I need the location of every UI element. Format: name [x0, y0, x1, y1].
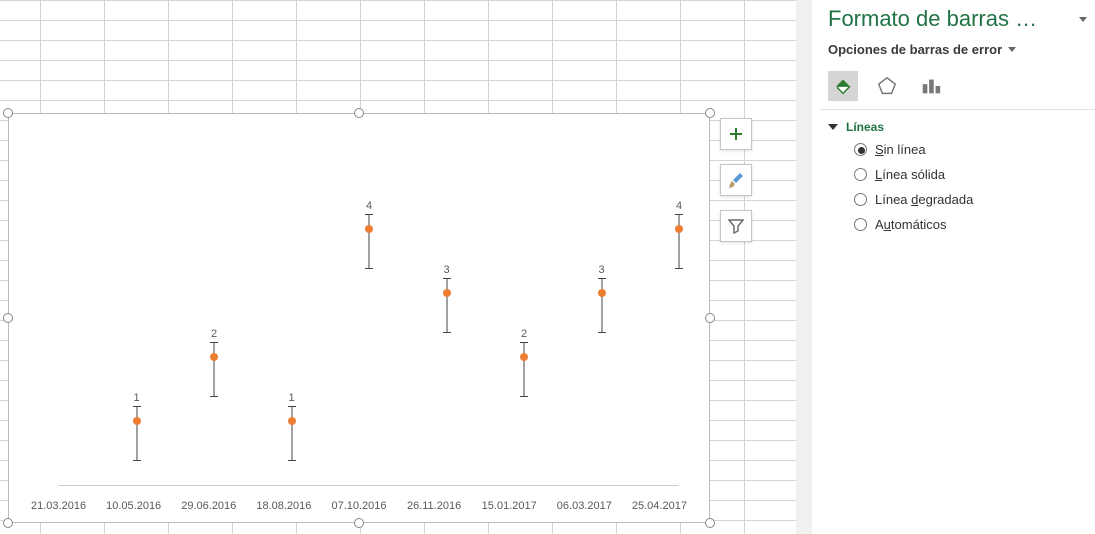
- chart-object[interactable]: 12143234 21.03.201610.05.201629.06.20161…: [8, 113, 710, 523]
- paint-bucket-icon: [832, 75, 854, 97]
- data-label: 1: [288, 392, 294, 404]
- error-bar[interactable]: [369, 214, 370, 268]
- chevron-down-icon: [1008, 47, 1016, 52]
- x-tick-label: 10.05.2016: [96, 500, 171, 512]
- resize-handle-tc[interactable]: [354, 108, 364, 118]
- error-bar-cap: [520, 342, 528, 343]
- resize-handle-mr[interactable]: [705, 313, 715, 323]
- vertical-scrollbar[interactable]: [796, 0, 812, 534]
- data-label: 2: [211, 328, 217, 340]
- data-point[interactable]: [365, 225, 373, 233]
- data-label: 1: [133, 392, 139, 404]
- x-tick-label: 07.10.2016: [321, 500, 396, 512]
- resize-handle-bl[interactable]: [3, 518, 13, 528]
- data-point[interactable]: [288, 417, 296, 425]
- data-label: 4: [366, 200, 372, 212]
- pane-title-text: Formato de barras …: [828, 6, 1037, 32]
- bar-chart-icon: [920, 75, 942, 97]
- x-tick-label: 15.01.2017: [472, 500, 547, 512]
- radio-label: Automáticos: [875, 217, 947, 232]
- data-point[interactable]: [598, 289, 606, 297]
- x-tick-label: 25.04.2017: [622, 500, 697, 512]
- radio-label: Sin línea: [875, 142, 926, 157]
- error-bar[interactable]: [679, 214, 680, 268]
- radio-solid-line[interactable]: Línea sólida: [854, 167, 1083, 182]
- error-bar[interactable]: [601, 278, 602, 332]
- data-label: 2: [521, 328, 527, 340]
- line-options-radiogroup: Sin línea Línea sólida Línea degradada A…: [828, 134, 1087, 236]
- error-bar-cap: [288, 406, 296, 407]
- error-bar-cap: [443, 278, 451, 279]
- radio-gradient-line[interactable]: Línea degradada: [854, 192, 1083, 207]
- pane-subtitle-text: Opciones de barras de error: [828, 42, 1002, 57]
- pane-subtitle-dropdown[interactable]: Opciones de barras de error: [820, 36, 1095, 67]
- data-point[interactable]: [443, 289, 451, 297]
- plot-area[interactable]: 1 2 1 4 3 2 3 4: [59, 166, 679, 486]
- radio-label: Línea degradada: [875, 192, 973, 207]
- lines-section: Líneas Sin línea Línea sólida Línea degr…: [820, 110, 1095, 246]
- pane-title: Formato de barras …: [820, 0, 1095, 36]
- x-tick-label: 26.11.2016: [397, 500, 472, 512]
- x-tick-label: 29.06.2016: [171, 500, 246, 512]
- error-bar-cap: [365, 268, 373, 269]
- error-bar-cap: [598, 332, 606, 333]
- error-bar[interactable]: [446, 278, 447, 332]
- x-tick-label: 21.03.2016: [21, 500, 96, 512]
- section-label: Líneas: [846, 120, 884, 134]
- data-label: 3: [598, 264, 604, 276]
- collapse-triangle-icon: [828, 124, 838, 130]
- x-axis-labels: 21.03.201610.05.201629.06.201618.08.2016…: [9, 500, 709, 512]
- error-bar-cap: [210, 396, 218, 397]
- radio-no-line[interactable]: Sin línea: [854, 142, 1083, 157]
- error-bar-cap: [443, 332, 451, 333]
- pane-title-menu-icon[interactable]: [1079, 17, 1087, 22]
- brush-icon: [728, 172, 744, 188]
- error-bar-cap: [133, 460, 141, 461]
- data-label: 4: [676, 200, 682, 212]
- x-tick-label: 06.03.2017: [547, 500, 622, 512]
- data-point[interactable]: [133, 417, 141, 425]
- radio-indicator: [854, 218, 867, 231]
- bar-options-tab[interactable]: [916, 71, 946, 101]
- resize-handle-br[interactable]: [705, 518, 715, 528]
- lines-section-header[interactable]: Líneas: [828, 120, 1087, 134]
- format-pane: Formato de barras … Opciones de barras d…: [820, 0, 1095, 534]
- error-bar[interactable]: [136, 406, 137, 460]
- funnel-icon: [728, 218, 744, 234]
- chart-filter-button[interactable]: [720, 210, 752, 242]
- error-bar-cap: [675, 268, 683, 269]
- radio-auto[interactable]: Automáticos: [854, 217, 1083, 232]
- error-bar[interactable]: [524, 342, 525, 396]
- pane-category-tabs: [820, 67, 1095, 110]
- effects-tab[interactable]: [872, 71, 902, 101]
- data-label: 3: [443, 264, 449, 276]
- data-point[interactable]: [520, 353, 528, 361]
- error-bar-cap: [288, 460, 296, 461]
- error-bar-cap: [520, 396, 528, 397]
- radio-label: Línea sólida: [875, 167, 945, 182]
- chart-styles-button[interactable]: [720, 164, 752, 196]
- radio-indicator: [854, 168, 867, 181]
- data-point[interactable]: [675, 225, 683, 233]
- error-bar[interactable]: [214, 342, 215, 396]
- error-bar-cap: [598, 278, 606, 279]
- error-bar[interactable]: [291, 406, 292, 460]
- radio-indicator: [854, 143, 867, 156]
- data-point[interactable]: [210, 353, 218, 361]
- error-bar-cap: [365, 214, 373, 215]
- chart-quick-buttons: [720, 118, 754, 242]
- resize-handle-tr[interactable]: [705, 108, 715, 118]
- error-bar-cap: [133, 406, 141, 407]
- plus-icon: [728, 126, 744, 142]
- resize-handle-tl[interactable]: [3, 108, 13, 118]
- error-bar-cap: [675, 214, 683, 215]
- fill-line-tab[interactable]: [828, 71, 858, 101]
- resize-handle-ml[interactable]: [3, 313, 13, 323]
- error-bar-cap: [210, 342, 218, 343]
- radio-indicator: [854, 193, 867, 206]
- resize-handle-bc[interactable]: [354, 518, 364, 528]
- x-tick-label: 18.08.2016: [246, 500, 321, 512]
- pentagon-icon: [876, 75, 898, 97]
- chart-add-element-button[interactable]: [720, 118, 752, 150]
